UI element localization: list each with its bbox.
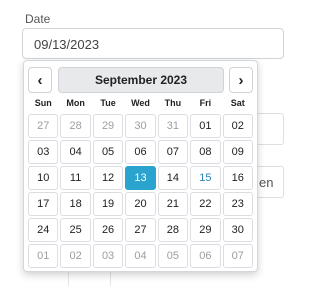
day-cell[interactable]: 28 [157, 218, 189, 242]
day-cell-selected[interactable]: 13 [125, 166, 156, 190]
date-input-value: 09/13/2023 [34, 37, 100, 52]
day-cell[interactable]: 18 [60, 192, 91, 216]
weekday-label: Wed [131, 98, 150, 108]
day-cell[interactable]: 06 [125, 140, 156, 164]
day-cell[interactable]: 22 [190, 192, 221, 216]
day-cell[interactable]: 11 [60, 166, 91, 190]
day-cell[interactable]: 03 [92, 244, 124, 268]
weekday-label: Mon [66, 98, 85, 108]
background-field-text: en [259, 175, 274, 190]
day-cell[interactable]: 25 [60, 218, 91, 242]
day-cell[interactable]: 02 [60, 244, 91, 268]
day-cell[interactable]: 31 [157, 114, 189, 138]
day-cell[interactable]: 30 [125, 114, 156, 138]
weekday-label: Tue [100, 98, 116, 108]
chevron-right-icon: › [238, 71, 244, 89]
day-cell[interactable]: 05 [157, 244, 189, 268]
chevron-left-icon: ‹ [37, 71, 43, 89]
day-cell[interactable]: 07 [222, 244, 253, 268]
day-cell[interactable]: 28 [60, 114, 91, 138]
day-cell[interactable]: 20 [125, 192, 156, 216]
day-cell[interactable]: 21 [157, 192, 189, 216]
day-cell[interactable]: 02 [222, 114, 253, 138]
day-cell[interactable]: 27 [125, 218, 156, 242]
day-cell[interactable]: 08 [190, 140, 221, 164]
day-cell[interactable]: 24 [28, 218, 59, 242]
day-cell[interactable]: 29 [190, 218, 221, 242]
day-cell[interactable]: 03 [28, 140, 59, 164]
day-cell[interactable]: 30 [222, 218, 253, 242]
day-cell[interactable]: 16 [222, 166, 253, 190]
day-grid: 27 28 29 30 31 01 02 03 04 05 06 07 08 09 10 11 12 13 14 15… [27, 113, 254, 269]
next-month-button[interactable]: › [229, 67, 253, 93]
day-cell[interactable]: 06 [190, 244, 221, 268]
weekday-label: Fri [199, 98, 212, 108]
day-cell[interactable]: 14 [157, 166, 189, 190]
date-label: Date [25, 12, 51, 26]
day-cell[interactable]: 01 [28, 244, 59, 268]
day-cell[interactable]: 29 [92, 114, 124, 138]
day-cell-today[interactable]: 15 [190, 166, 221, 190]
date-input[interactable]: 09/13/2023 [22, 28, 284, 59]
day-cell[interactable]: 12 [92, 166, 124, 190]
day-cell[interactable]: 01 [190, 114, 221, 138]
weekday-label: Thu [164, 98, 182, 108]
day-cell[interactable]: 05 [92, 140, 124, 164]
day-cell[interactable]: 27 [28, 114, 59, 138]
day-cell[interactable]: 19 [92, 192, 124, 216]
background-divider [68, 272, 69, 286]
month-year-switch[interactable]: September 2023 [58, 67, 224, 93]
datepicker-popup: ‹ September 2023 › Sun Mon Tue Wed Thu F… [23, 60, 258, 272]
day-cell[interactable]: 07 [157, 140, 189, 164]
weekday-label: Sat [230, 98, 245, 108]
day-cell[interactable]: 23 [222, 192, 253, 216]
day-cell[interactable]: 17 [28, 192, 59, 216]
background-divider [110, 272, 111, 286]
weekday-header: Sun Mon Tue Wed Thu Fri Sat [27, 98, 254, 112]
day-cell[interactable]: 26 [92, 218, 124, 242]
prev-month-button[interactable]: ‹ [28, 67, 52, 93]
day-cell[interactable]: 09 [222, 140, 253, 164]
day-cell[interactable]: 04 [60, 140, 91, 164]
weekday-label: Sun [34, 98, 52, 108]
day-cell[interactable]: 04 [125, 244, 156, 268]
month-year-label: September 2023 [94, 73, 188, 87]
day-cell[interactable]: 10 [28, 166, 59, 190]
